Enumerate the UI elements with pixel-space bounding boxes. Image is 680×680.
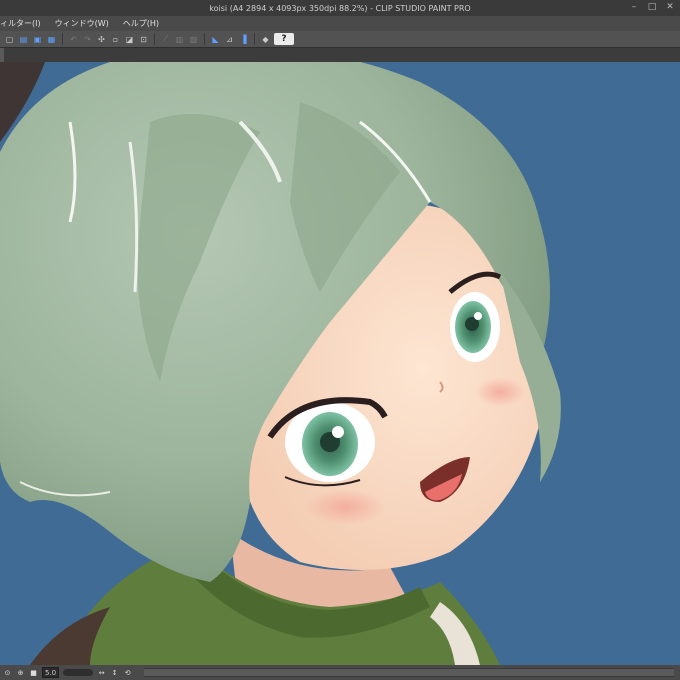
open-file-icon[interactable]: ▤ (18, 34, 29, 45)
maximize-icon[interactable]: □ (646, 2, 658, 13)
snap-ruler-icon[interactable]: ◣ (210, 34, 221, 45)
status-bar: ⊙ ⊕ ■ 5.0 ↔ ↕ ⟲ (0, 665, 680, 680)
help-button[interactable]: ? (274, 33, 294, 45)
menu-filter[interactable]: ィルター(I) (0, 18, 41, 29)
flip-horizontal-icon[interactable]: ↔ (97, 668, 106, 677)
document-tab[interactable] (0, 48, 4, 62)
grid-icon[interactable]: ▧ (188, 34, 199, 45)
guide-icon[interactable]: ▥ (174, 34, 185, 45)
toolbar-separator (254, 33, 255, 45)
ruler-icon[interactable]: ⟋ (160, 34, 171, 45)
fit-icon[interactable]: ■ (29, 668, 38, 677)
navigator-icon[interactable]: ⊙ (3, 668, 12, 677)
undo-icon[interactable]: ↶ (68, 34, 79, 45)
save-icon[interactable]: ▣ (32, 34, 43, 45)
toolbar-separator (154, 33, 155, 45)
snap-point-icon[interactable]: ▐ (238, 34, 249, 45)
export-icon[interactable]: ▦ (46, 34, 57, 45)
reset-view-icon[interactable]: ⟲ (123, 668, 132, 677)
snap-line-icon[interactable]: ⊿ (224, 34, 235, 45)
command-bar: ▢ ▤ ▣ ▦ ↶ ↷ ✣ ▫ ◪ ⊡ ⟋ ▥ ▧ ◣ ⊿ ▐ ◆ ? (0, 31, 680, 48)
transform-icon[interactable]: ✣ (96, 34, 107, 45)
crop-icon[interactable]: ⊡ (138, 34, 149, 45)
menu-window[interactable]: ウィンドウ(W) (55, 18, 109, 29)
scrollbar-thumb[interactable] (144, 669, 674, 676)
fill-icon[interactable]: ◪ (124, 34, 135, 45)
title-bar: koisi (A4 2894 x 4093px 350dpi 88.2%) - … (0, 0, 680, 16)
flip-vertical-icon[interactable]: ↕ (110, 668, 119, 677)
artwork-image (0, 62, 561, 665)
zoom-field[interactable]: 5.0 (42, 667, 60, 678)
zoom-slider[interactable] (63, 669, 94, 676)
menu-bar: ィルター(I) ウィンドウ(W) ヘルプ(H) (0, 16, 680, 31)
window-controls: – □ ✕ (628, 2, 676, 13)
toolbar-separator (204, 33, 205, 45)
window-title: koisi (A4 2894 x 4093px 350dpi 88.2%) - … (209, 3, 471, 13)
close-icon[interactable]: ✕ (664, 2, 676, 13)
rotate-icon[interactable]: ⊕ (16, 668, 25, 677)
new-file-icon[interactable]: ▢ (4, 34, 15, 45)
menu-help[interactable]: ヘルプ(H) (123, 18, 159, 29)
toolbar-separator (62, 33, 63, 45)
clip-studio-icon[interactable]: ◆ (260, 34, 271, 45)
horizontal-scrollbar[interactable] (144, 668, 674, 677)
canvas[interactable] (0, 62, 680, 665)
minimize-icon[interactable]: – (628, 2, 640, 13)
document-tab-strip (0, 48, 680, 62)
clear-icon[interactable]: ▫ (110, 34, 121, 45)
redo-icon[interactable]: ↷ (82, 34, 93, 45)
